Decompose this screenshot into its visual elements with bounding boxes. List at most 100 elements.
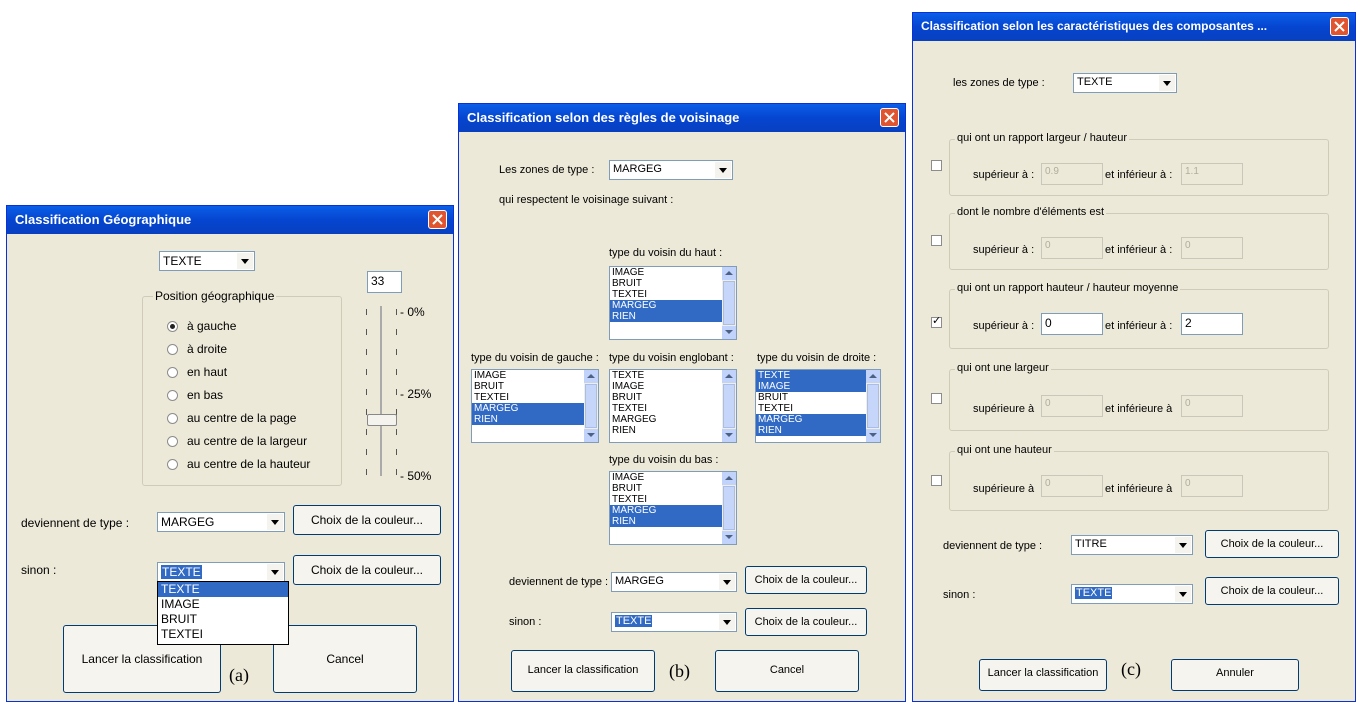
list-item[interactable]: MARGEG — [610, 414, 736, 425]
list-item[interactable]: MARGEG — [756, 414, 880, 425]
title-bar[interactable]: Classification selon les caractéristique… — [913, 13, 1355, 41]
cancel-button[interactable]: Annuler — [1171, 659, 1299, 691]
radio-page-center[interactable] — [167, 413, 178, 424]
else-type-dropdown-list[interactable]: TEXTE IMAGE BRUIT TEXTEI — [157, 581, 289, 645]
max-field[interactable]: 0 — [1181, 395, 1243, 417]
chevron-down-icon[interactable] — [1159, 75, 1175, 91]
list-item[interactable]: TEXTEI — [610, 494, 736, 505]
list-item[interactable]: IMAGE — [610, 381, 736, 392]
list-item[interactable]: RIEN — [472, 414, 598, 425]
radio-bottom[interactable] — [167, 390, 178, 401]
radio-height-center[interactable] — [167, 459, 178, 470]
radio-left[interactable] — [167, 321, 178, 332]
list-item[interactable]: TEXTE — [610, 370, 736, 381]
max-field[interactable]: 2 — [1181, 313, 1243, 335]
zone-type-select[interactable]: TEXTE — [159, 251, 255, 271]
slider-value-field[interactable]: 33 — [367, 271, 402, 293]
list-item[interactable]: RIEN — [610, 516, 736, 527]
element-count-checkbox[interactable] — [931, 235, 942, 246]
scrollbar[interactable] — [722, 267, 736, 339]
max-field[interactable]: 0 — [1181, 237, 1243, 259]
slider-thumb[interactable] — [367, 414, 397, 426]
list-item[interactable]: TEXTEI — [472, 392, 598, 403]
radio-width-center[interactable] — [167, 436, 178, 447]
cancel-button[interactable]: Cancel — [715, 650, 859, 692]
min-field[interactable]: 0.9 — [1041, 163, 1103, 185]
enclosing-neighbour-list[interactable]: TEXTE IMAGE BRUIT TEXTEI MARGEG RIEN — [609, 369, 737, 443]
list-item[interactable]: BRUIT — [610, 278, 736, 289]
chevron-down-icon[interactable] — [267, 564, 283, 580]
list-item[interactable]: TEXTEI — [756, 403, 880, 414]
zone-type-select[interactable]: TEXTE — [1073, 73, 1177, 93]
color-choice-button[interactable]: Choix de la couleur... — [745, 608, 867, 636]
dropdown-option[interactable]: BRUIT — [158, 612, 288, 627]
color-choice-button[interactable]: Choix de la couleur... — [1205, 577, 1339, 605]
radio-top[interactable] — [167, 367, 178, 378]
list-item[interactable]: MARGEG — [610, 300, 736, 311]
bottom-neighbour-list[interactable]: IMAGE BRUIT TEXTEI MARGEG RIEN — [609, 471, 737, 545]
become-type-select[interactable]: TITRE — [1071, 535, 1193, 555]
list-item[interactable]: IMAGE — [472, 370, 598, 381]
color-choice-button[interactable]: Choix de la couleur... — [293, 505, 441, 535]
run-classification-button[interactable]: Lancer la classification — [511, 650, 655, 692]
close-button[interactable] — [880, 108, 899, 127]
list-item[interactable]: BRUIT — [610, 392, 736, 403]
scrollbar[interactable] — [722, 472, 736, 544]
list-item[interactable]: RIEN — [610, 311, 736, 322]
list-item[interactable]: RIEN — [610, 425, 736, 436]
list-item[interactable]: TEXTEI — [610, 403, 736, 414]
radio-right[interactable] — [167, 344, 178, 355]
dropdown-option[interactable]: TEXTE — [158, 582, 288, 597]
dropdown-option[interactable]: TEXTEI — [158, 627, 288, 642]
left-neighbour-list[interactable]: IMAGE BRUIT TEXTEI MARGEG RIEN — [471, 369, 599, 443]
min-field[interactable]: 0 — [1041, 237, 1103, 259]
ratio-width-height-checkbox[interactable] — [931, 160, 942, 171]
ratio-height-mean-checkbox[interactable] — [931, 314, 942, 328]
list-item[interactable]: IMAGE — [610, 267, 736, 278]
max-field[interactable]: 1.1 — [1181, 163, 1243, 185]
chevron-down-icon[interactable] — [237, 253, 253, 269]
become-type-select[interactable]: MARGEG — [611, 572, 737, 592]
color-choice-button[interactable]: Choix de la couleur... — [1205, 530, 1339, 558]
zone-type-select[interactable]: MARGEG — [609, 160, 733, 180]
close-button[interactable] — [428, 210, 447, 229]
list-item[interactable]: BRUIT — [756, 392, 880, 403]
close-button[interactable] — [1330, 17, 1349, 36]
title-bar[interactable]: Classification Géographique — [7, 206, 453, 234]
min-field[interactable]: 0 — [1041, 395, 1103, 417]
chevron-down-icon[interactable] — [1175, 586, 1191, 602]
color-choice-button[interactable]: Choix de la couleur... — [293, 555, 441, 585]
min-field[interactable]: 0 — [1041, 313, 1103, 335]
chevron-down-icon[interactable] — [1175, 537, 1191, 553]
chevron-down-icon[interactable] — [719, 574, 735, 590]
list-item[interactable]: IMAGE — [756, 381, 880, 392]
list-item[interactable]: BRUIT — [472, 381, 598, 392]
list-item[interactable]: IMAGE — [610, 472, 736, 483]
chevron-down-icon[interactable] — [267, 514, 283, 530]
height-checkbox[interactable] — [931, 475, 942, 486]
scrollbar[interactable] — [584, 370, 598, 442]
else-type-select[interactable]: TEXTE — [611, 612, 737, 632]
top-neighbour-list[interactable]: IMAGE BRUIT TEXTEI MARGEG RIEN — [609, 266, 737, 340]
width-checkbox[interactable] — [931, 393, 942, 404]
else-type-select[interactable]: TEXTE — [157, 562, 285, 582]
list-item[interactable]: TEXTEI — [610, 289, 736, 300]
chevron-down-icon[interactable] — [715, 162, 731, 178]
title-bar[interactable]: Classification selon des règles de voisi… — [459, 104, 905, 132]
list-item[interactable]: RIEN — [756, 425, 880, 436]
become-type-select[interactable]: MARGEG — [157, 512, 285, 532]
chevron-down-icon[interactable] — [719, 614, 735, 630]
cancel-button[interactable]: Cancel — [273, 625, 417, 693]
right-neighbour-list[interactable]: TEXTE IMAGE BRUIT TEXTEI MARGEG RIEN — [755, 369, 881, 443]
dropdown-option[interactable]: IMAGE — [158, 597, 288, 612]
scrollbar[interactable] — [866, 370, 880, 442]
list-item[interactable]: MARGEG — [472, 403, 598, 414]
list-item[interactable]: BRUIT — [610, 483, 736, 494]
list-item[interactable]: MARGEG — [610, 505, 736, 516]
list-item[interactable]: TEXTE — [756, 370, 880, 381]
else-type-select[interactable]: TEXTE — [1071, 584, 1193, 604]
min-field[interactable]: 0 — [1041, 475, 1103, 497]
max-field[interactable]: 0 — [1181, 475, 1243, 497]
scrollbar[interactable] — [722, 370, 736, 442]
run-classification-button[interactable]: Lancer la classification — [979, 659, 1107, 691]
